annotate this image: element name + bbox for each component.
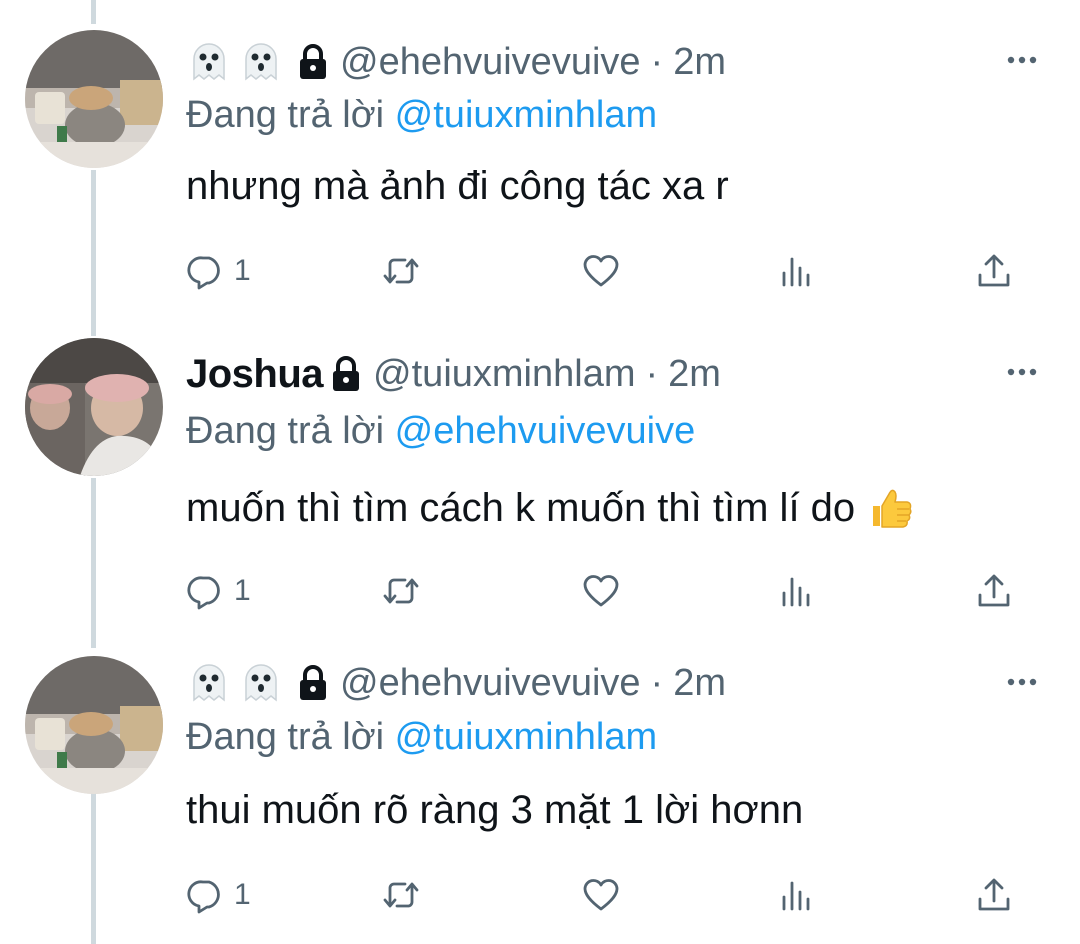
views-icon bbox=[782, 881, 810, 911]
thread-line bbox=[91, 0, 96, 24]
timestamp[interactable]: 2m bbox=[668, 353, 721, 396]
views-button[interactable] bbox=[776, 566, 816, 616]
mention-link[interactable]: @tuiuxminhlam bbox=[395, 716, 657, 758]
avatar[interactable] bbox=[25, 30, 163, 168]
avatar-image bbox=[25, 338, 163, 476]
mention-link[interactable]: @tuiuxminhlam bbox=[395, 94, 657, 136]
lock-icon bbox=[300, 44, 326, 79]
separator-dot: · bbox=[645, 352, 659, 395]
like-button[interactable] bbox=[581, 870, 621, 920]
tweet-header: @ehehvuivevuive · 2m bbox=[186, 35, 726, 89]
action-bar: 1 bbox=[186, 870, 1036, 920]
heart-icon bbox=[583, 255, 619, 287]
retweet-button[interactable] bbox=[381, 870, 421, 920]
views-button[interactable] bbox=[776, 870, 816, 920]
tweet-text: thui muốn rõ ràng 3 mặt 1 lời hơnn bbox=[186, 788, 803, 833]
thread-line bbox=[91, 790, 96, 944]
reply-button[interactable]: 1 bbox=[186, 566, 251, 616]
reply-icon bbox=[187, 576, 220, 610]
views-icon bbox=[782, 257, 810, 287]
views-icon bbox=[782, 577, 810, 607]
replying-to: Đang trả lời @ehehvuivevuive bbox=[186, 410, 695, 453]
ghost-emoji-icon bbox=[193, 664, 225, 702]
avatar-image bbox=[25, 30, 163, 168]
replying-to-label: Đang trả lời bbox=[186, 94, 385, 136]
lock-icon bbox=[333, 356, 360, 391]
more-horizontal-icon bbox=[1007, 56, 1037, 64]
share-button[interactable] bbox=[974, 870, 1014, 920]
retweet-button[interactable] bbox=[381, 566, 421, 616]
heart-icon bbox=[583, 879, 619, 911]
timestamp[interactable]: 2m bbox=[673, 662, 726, 705]
like-button[interactable] bbox=[581, 566, 621, 616]
tweet-text: nhưng mà ảnh đi công tác xa r bbox=[186, 164, 729, 209]
tweet-text-content: thui muốn rõ ràng 3 mặt 1 lời hơnn bbox=[186, 788, 804, 832]
separator-dot: · bbox=[650, 661, 664, 704]
lock-icon bbox=[300, 665, 326, 700]
tweet-text: muốn thì tìm cách k muốn thì tìm lí do bbox=[186, 484, 915, 532]
display-name[interactable]: Joshua bbox=[186, 352, 324, 397]
reply-count: 1 bbox=[234, 254, 251, 287]
avatar-image bbox=[25, 656, 163, 794]
avatar[interactable] bbox=[25, 338, 163, 476]
replying-to-label: Đang trả lời bbox=[186, 410, 385, 452]
retweet-icon bbox=[383, 578, 419, 604]
user-handle[interactable]: @tuiuxminhlam bbox=[373, 353, 635, 396]
share-icon bbox=[978, 878, 1010, 911]
timestamp[interactable]: 2m bbox=[673, 41, 726, 84]
thread-line bbox=[91, 478, 96, 648]
more-options-button[interactable] bbox=[1002, 40, 1042, 80]
more-horizontal-icon bbox=[1007, 678, 1037, 686]
more-options-button[interactable] bbox=[1002, 352, 1042, 392]
share-icon bbox=[978, 574, 1010, 607]
mention-link[interactable]: @ehehvuivevuive bbox=[395, 410, 696, 452]
tweet-header: Joshua @tuiuxminhlam · 2m bbox=[186, 347, 721, 401]
user-handle[interactable]: @ehehvuivevuive bbox=[340, 41, 641, 84]
ghost-emoji-icon bbox=[193, 43, 225, 81]
share-button[interactable] bbox=[974, 246, 1014, 296]
ghost-emoji-icon bbox=[245, 43, 277, 81]
reply-icon bbox=[187, 880, 220, 914]
reply-count: 1 bbox=[234, 878, 251, 911]
replying-to-label: Đang trả lời bbox=[186, 716, 385, 758]
reply-icon bbox=[187, 256, 220, 290]
tweet-header: @ehehvuivevuive · 2m bbox=[186, 656, 726, 710]
more-options-button[interactable] bbox=[1002, 662, 1042, 702]
action-bar: 1 bbox=[186, 566, 1036, 616]
share-icon bbox=[978, 254, 1010, 287]
tweet-text-content: nhưng mà ảnh đi công tác xa r bbox=[186, 164, 729, 208]
retweet-icon bbox=[383, 882, 419, 908]
share-button[interactable] bbox=[974, 566, 1014, 616]
replying-to: Đang trả lời @tuiuxminhlam bbox=[186, 94, 657, 137]
retweet-button[interactable] bbox=[381, 246, 421, 296]
thread-line bbox=[91, 170, 96, 336]
avatar[interactable] bbox=[25, 656, 163, 794]
views-button[interactable] bbox=[776, 246, 816, 296]
retweet-icon bbox=[383, 258, 419, 284]
replying-to: Đang trả lời @tuiuxminhlam bbox=[186, 716, 657, 759]
thumbs-up-emoji-icon bbox=[873, 489, 912, 528]
tweet-text-content: muốn thì tìm cách k muốn thì tìm lí do bbox=[186, 485, 856, 530]
like-button[interactable] bbox=[581, 246, 621, 296]
separator-dot: · bbox=[650, 40, 664, 83]
user-handle[interactable]: @ehehvuivevuive bbox=[340, 662, 641, 705]
ghost-emoji-icon bbox=[245, 664, 277, 702]
reply-count: 1 bbox=[234, 574, 251, 607]
reply-button[interactable]: 1 bbox=[186, 246, 251, 296]
action-bar: 1 bbox=[186, 246, 1036, 296]
reply-button[interactable]: 1 bbox=[186, 870, 251, 920]
more-horizontal-icon bbox=[1007, 368, 1037, 376]
heart-icon bbox=[583, 575, 619, 607]
